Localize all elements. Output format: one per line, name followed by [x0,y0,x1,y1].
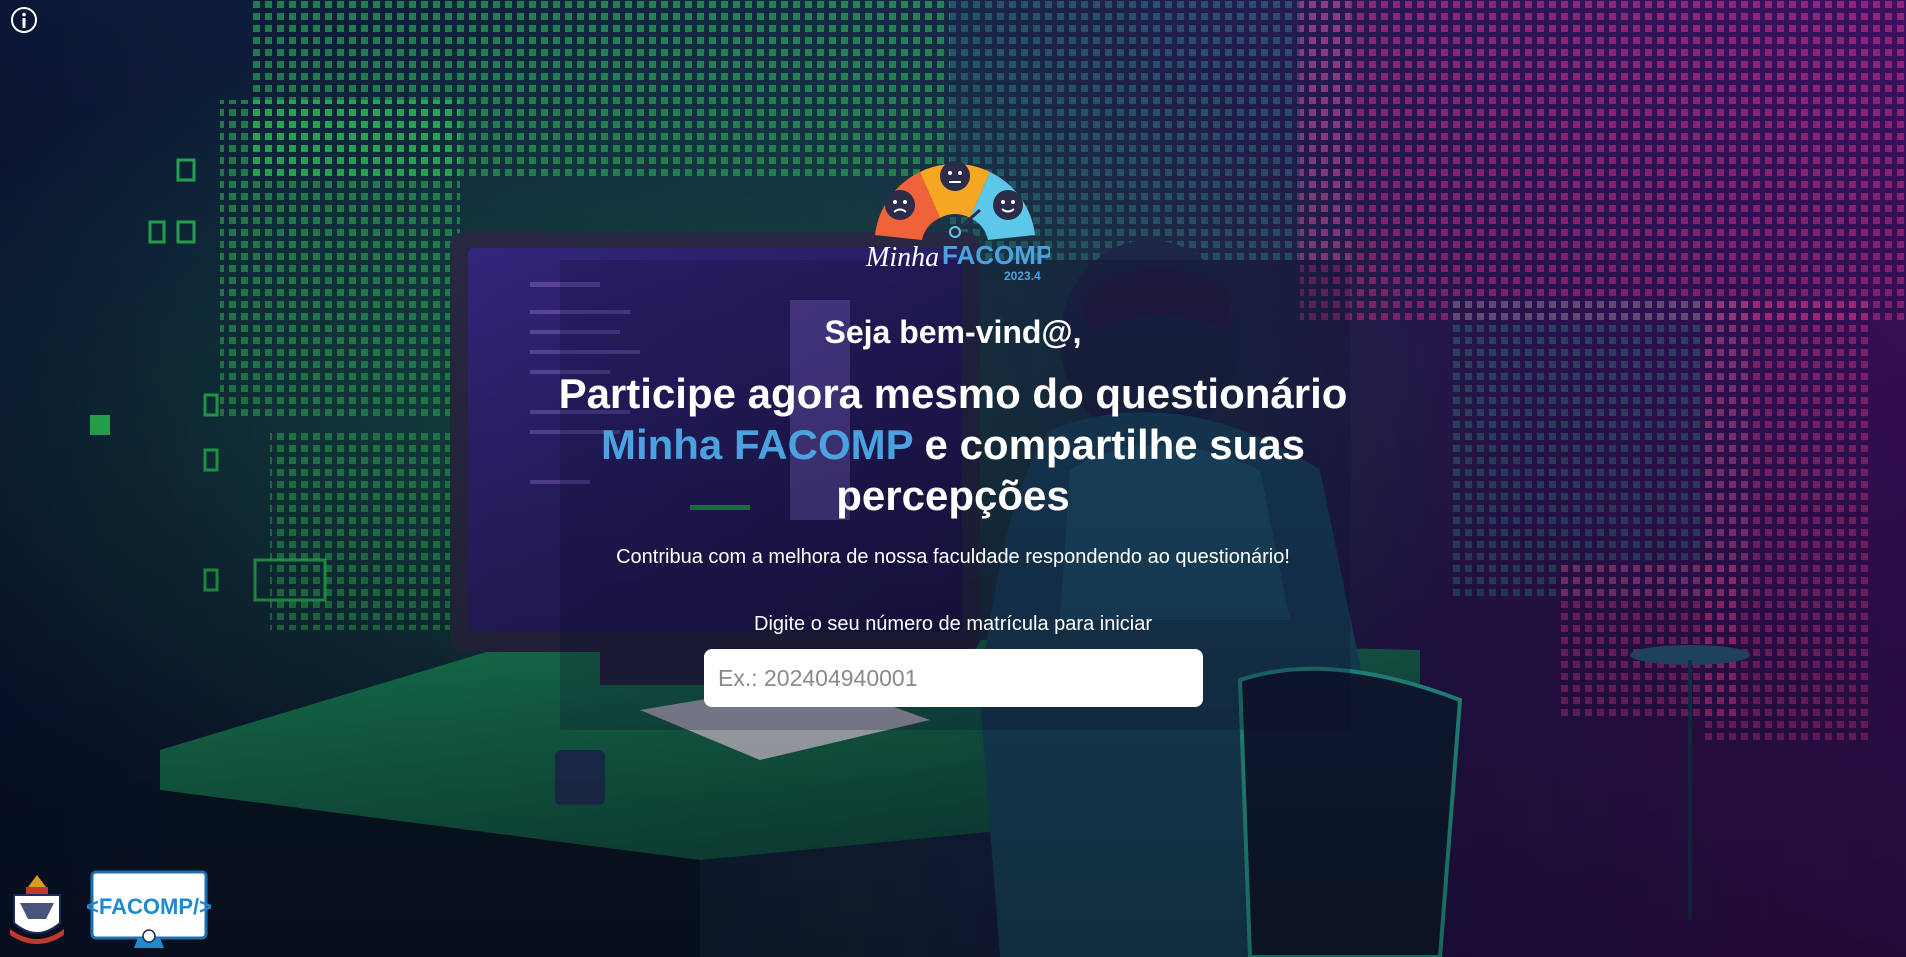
facomp-footer-logo: <FACOMP/> [80,870,218,950]
info-icon [11,7,37,33]
registration-label: Digite o seu número de matrícula para in… [754,613,1152,635]
logo-facomp-text: FACOMP [942,240,1050,270]
logo-minha-text: Minha [865,242,939,273]
headline: Participe agora mesmo do questionário Mi… [540,368,1366,521]
headline-accent: Minha FACOMP [600,421,913,468]
facomp-footer-text: <FACOMP/> [86,894,212,919]
subtext: Contribua com a melhora de nossa faculda… [616,546,1290,568]
ufpa-logo [6,873,68,949]
minha-facomp-logo: Minha FACOMP 2023.4 [860,150,1053,285]
headline-part1: Participe agora mesmo do questionário [558,370,1348,417]
registration-number-input[interactable] [704,649,1203,707]
greeting-text: Seja bem-vind@, [824,314,1082,350]
info-button[interactable] [10,6,38,34]
logo-version-text: 2023.4 [1004,269,1041,283]
